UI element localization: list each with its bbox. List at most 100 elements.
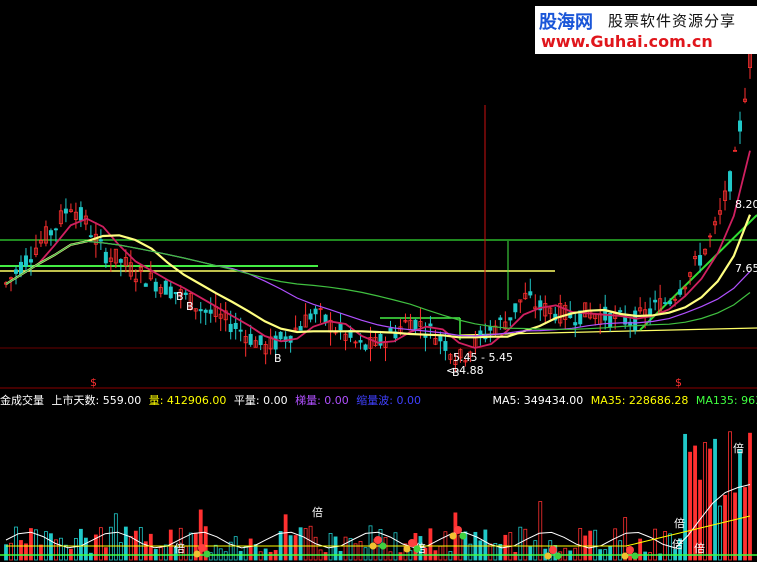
volume-bar [643, 551, 648, 561]
candle-body [413, 319, 418, 331]
candle-body [18, 261, 23, 275]
ma35-value: MA35: 228686.28 [590, 394, 689, 407]
volume-bar [608, 546, 613, 561]
candle-body [153, 281, 158, 292]
candle-body [478, 330, 483, 336]
volume-bar [748, 432, 752, 561]
candle-body [23, 255, 28, 267]
volume-bar [213, 544, 218, 561]
buy-marker: B [274, 352, 282, 365]
chart-stage: 5.45 - 5.45 <-4.88 8.20 7.65 B B B B $ $ 倍倍倍倍倍倍倍 金… [0, 0, 757, 562]
ladder-volume: 梯量: 0.00 [295, 394, 349, 407]
candle-body [313, 308, 318, 315]
volume-bar [683, 433, 687, 561]
signal-dot [454, 526, 462, 534]
candle-body [668, 301, 673, 305]
signal-dot [408, 539, 416, 547]
volume-bar [738, 449, 742, 561]
candle-body [363, 344, 368, 350]
volume-bar [438, 545, 443, 561]
flat-volume: 平量: 0.00 [233, 394, 288, 407]
candle-body [738, 120, 743, 132]
volume-bar [83, 537, 88, 561]
candle-body [528, 291, 533, 296]
candle-body [203, 309, 208, 313]
candle-body [233, 322, 238, 329]
price-label-mid: 7.65 [735, 262, 757, 275]
candle-body [98, 239, 103, 242]
candle-body [163, 280, 168, 295]
double-volume-marker: 倍 [672, 537, 683, 551]
volume-bar [733, 492, 737, 561]
candle-body [698, 255, 703, 266]
volume-bar [158, 547, 163, 561]
candle-body [88, 235, 93, 238]
candle-body [208, 309, 213, 314]
volume-bar [343, 536, 348, 561]
volume-bar [253, 544, 258, 561]
volume-bar [4, 544, 8, 561]
candle-body [508, 317, 513, 321]
candle-body [358, 340, 363, 343]
volume-bar [283, 514, 288, 561]
volume-bar [268, 551, 273, 561]
candle-body [258, 335, 263, 346]
buy-marker: B [452, 366, 460, 379]
candle-body [278, 331, 283, 340]
listing-days: 上市天数: 559.00 [51, 394, 142, 407]
candle-body [168, 286, 173, 299]
signal-dot [403, 545, 411, 553]
volume-bar [728, 431, 732, 561]
candle-body [13, 269, 18, 274]
volume-bar [363, 547, 368, 561]
double-volume-marker: 倍 [312, 505, 323, 519]
signal-dot [631, 552, 639, 560]
volume-bar [103, 547, 108, 561]
signal-dot [621, 552, 629, 560]
volume-bar [19, 540, 23, 561]
volume-bar [538, 501, 543, 561]
volume-bar [118, 542, 123, 561]
signal-dot [369, 542, 377, 550]
volume-bar [688, 451, 692, 561]
volume-bar [223, 551, 228, 561]
stock-chart: 5.45 - 5.45<-4.888.207.65BBBB$ $倍倍倍倍倍倍倍 [0, 41, 757, 561]
signal-dot [549, 546, 557, 554]
double-volume-marker: 倍 [694, 541, 705, 555]
candle-body [633, 310, 638, 331]
candle-body [498, 317, 503, 321]
candle-body [183, 292, 188, 295]
buy-marker: B [176, 290, 184, 303]
candle-body [143, 283, 148, 287]
volume-bar [258, 551, 263, 561]
signal-dot [626, 546, 634, 554]
candle-body [248, 333, 253, 345]
candle-body [53, 228, 58, 231]
signal-dot [379, 542, 387, 550]
candle-body [678, 289, 683, 295]
signal-dot [449, 532, 457, 540]
double-volume-marker: 倍 [174, 541, 185, 555]
volume-bar [328, 533, 333, 561]
dollar-marker: $ [675, 376, 682, 389]
candle-body [378, 333, 383, 346]
signal-dot [193, 550, 201, 558]
double-volume-marker: 倍 [733, 441, 744, 455]
watermark-brand: 股海网 [539, 12, 593, 33]
candle-body [648, 308, 653, 315]
volume-bar [528, 546, 533, 561]
volume-bar [49, 533, 53, 561]
shrink-volume-wave: 缩量波: 0.00 [356, 394, 421, 407]
volume-bar [743, 487, 747, 561]
volume-bar [248, 538, 253, 561]
price-label-high: 8.20 [735, 198, 757, 211]
volume-bar [618, 540, 623, 561]
volume-bar [388, 551, 393, 561]
volume-bar [583, 535, 588, 561]
buy-marker: B [186, 300, 194, 313]
volume-bar [648, 552, 653, 561]
candle-body [338, 323, 343, 331]
volume-bar [533, 540, 538, 561]
volume-bar [573, 547, 578, 561]
candle-body [28, 259, 33, 263]
